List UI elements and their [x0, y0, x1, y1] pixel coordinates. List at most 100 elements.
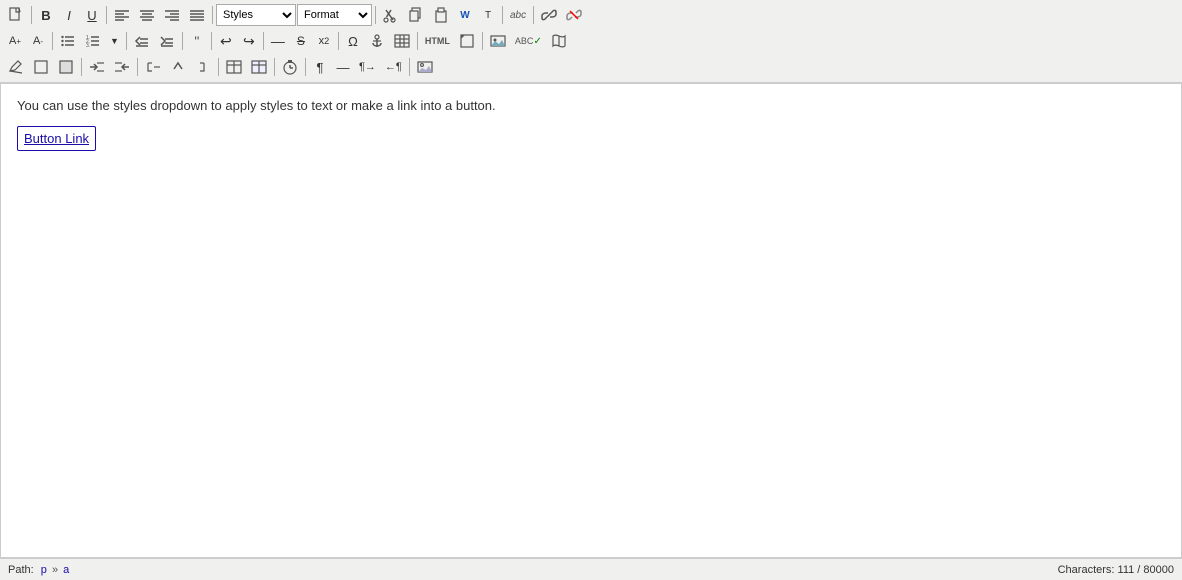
indent-button[interactable]: [155, 30, 179, 52]
anchor-button[interactable]: [365, 30, 389, 52]
ordered-list-button[interactable]: 1.2.3.: [81, 30, 105, 52]
button-link[interactable]: Button Link: [17, 126, 96, 152]
align-group: [110, 4, 209, 26]
font-size-up-button[interactable]: A+: [4, 30, 26, 52]
insert-group: — S x2: [267, 30, 335, 52]
sep5: [502, 6, 503, 24]
path-section: Path: p » a: [8, 564, 69, 576]
toolbar-row-2: A+ A- 1.2.3. ▼ " ↩: [2, 28, 1180, 54]
image-button[interactable]: [486, 30, 510, 52]
editor-area[interactable]: You can use the styles dropdown to apply…: [0, 83, 1182, 558]
sep10: [211, 32, 212, 50]
sep1: [31, 6, 32, 24]
special-chars-button[interactable]: Ω: [342, 30, 364, 52]
sep19: [305, 58, 306, 76]
paragraph-mark-button[interactable]: ¶: [309, 56, 331, 78]
align-left-button[interactable]: [110, 4, 134, 26]
outdent-button[interactable]: [130, 30, 154, 52]
word-count-button[interactable]: [547, 30, 571, 52]
source-group: HTML: [421, 30, 479, 52]
cut-button[interactable]: [379, 4, 403, 26]
list-group: 1.2.3. ▼: [56, 30, 123, 52]
sep17: [218, 58, 219, 76]
align-justify-button[interactable]: [185, 4, 209, 26]
copy-button[interactable]: [404, 4, 428, 26]
history-group: ↩ ↪: [215, 30, 260, 52]
indent-right2-button[interactable]: [110, 56, 134, 78]
sep6: [533, 6, 534, 24]
align-center-button[interactable]: [135, 4, 159, 26]
hr-button[interactable]: —: [267, 30, 289, 52]
arrow-left-button[interactable]: [141, 56, 165, 78]
unlink-button[interactable]: [562, 4, 586, 26]
paste-text-button[interactable]: T: [477, 4, 499, 26]
blockquote-button[interactable]: ": [186, 30, 208, 52]
italic-button[interactable]: I: [58, 4, 80, 26]
line-break-button[interactable]: —: [332, 56, 354, 78]
maximize-button[interactable]: [455, 30, 479, 52]
path-a[interactable]: a: [63, 564, 69, 576]
arrow-right-button[interactable]: [191, 56, 215, 78]
sep11: [263, 32, 264, 50]
path-sep: »: [52, 564, 58, 576]
redo-button[interactable]: ↪: [238, 30, 260, 52]
new-doc-button[interactable]: [4, 4, 28, 26]
styles-group: Styles Button Link Heading 1 Heading 2 P…: [216, 4, 296, 26]
sep2: [106, 6, 107, 24]
insert2-group: Ω: [342, 30, 414, 52]
sep13: [417, 32, 418, 50]
sep14: [482, 32, 483, 50]
datetime-group: [278, 56, 302, 78]
pencil-button[interactable]: [4, 56, 28, 78]
paste-word-button[interactable]: W: [454, 4, 476, 26]
sep15: [81, 58, 82, 76]
arrow-up-button[interactable]: [166, 56, 190, 78]
sep3: [212, 6, 213, 24]
edit-group: [4, 56, 78, 78]
image-group: ABC✓: [486, 30, 571, 52]
sep8: [126, 32, 127, 50]
sep20: [409, 58, 410, 76]
strikethrough-button[interactable]: S: [290, 30, 312, 52]
undo-button[interactable]: ↩: [215, 30, 237, 52]
format-group: Format Bold Italic Underline: [297, 4, 372, 26]
superscript-button[interactable]: x2: [313, 30, 335, 52]
path-p[interactable]: p: [41, 564, 47, 576]
list-dropdown-button[interactable]: ▼: [106, 30, 123, 52]
editor-paragraph: You can use the styles dropdown to apply…: [17, 96, 1165, 116]
preview2-button[interactable]: [54, 56, 78, 78]
text-format-group: B I U: [35, 4, 103, 26]
align-right-button[interactable]: [160, 4, 184, 26]
unordered-list-button[interactable]: [56, 30, 80, 52]
sep4: [375, 6, 376, 24]
link-button[interactable]: [537, 4, 561, 26]
styles-dropdown[interactable]: Styles Button Link Heading 1 Heading 2 P…: [216, 4, 296, 26]
format-dropdown[interactable]: Format Bold Italic Underline: [297, 4, 372, 26]
underline-button[interactable]: U: [81, 4, 103, 26]
clipboard-group: W T: [379, 4, 499, 26]
indent-left2-button[interactable]: [85, 56, 109, 78]
image2-button[interactable]: [413, 56, 437, 78]
sep18: [274, 58, 275, 76]
html-source-button[interactable]: HTML: [421, 30, 454, 52]
table-button[interactable]: [390, 30, 414, 52]
table2-group: [222, 56, 271, 78]
font-size-down-button[interactable]: A-: [27, 30, 49, 52]
editor-content: You can use the styles dropdown to apply…: [1, 84, 1181, 163]
ltr-button[interactable]: ¶→: [355, 56, 380, 78]
indent-group: [130, 30, 179, 52]
spellcheck2-button[interactable]: ABC✓: [511, 30, 546, 52]
path-label: Path:: [8, 564, 34, 576]
preview1-button[interactable]: [29, 56, 53, 78]
table3-button[interactable]: [247, 56, 271, 78]
link-group: [537, 4, 586, 26]
sep9: [182, 32, 183, 50]
rtl-button[interactable]: ←¶: [381, 56, 406, 78]
toolbar-row-3: ¶ — ¶→ ←¶: [2, 54, 1180, 80]
bold-button[interactable]: B: [35, 4, 57, 26]
paste-button[interactable]: [429, 4, 453, 26]
datetime-button[interactable]: [278, 56, 302, 78]
table2-button[interactable]: [222, 56, 246, 78]
spellcheck-button[interactable]: abc: [506, 4, 530, 26]
sep16: [137, 58, 138, 76]
